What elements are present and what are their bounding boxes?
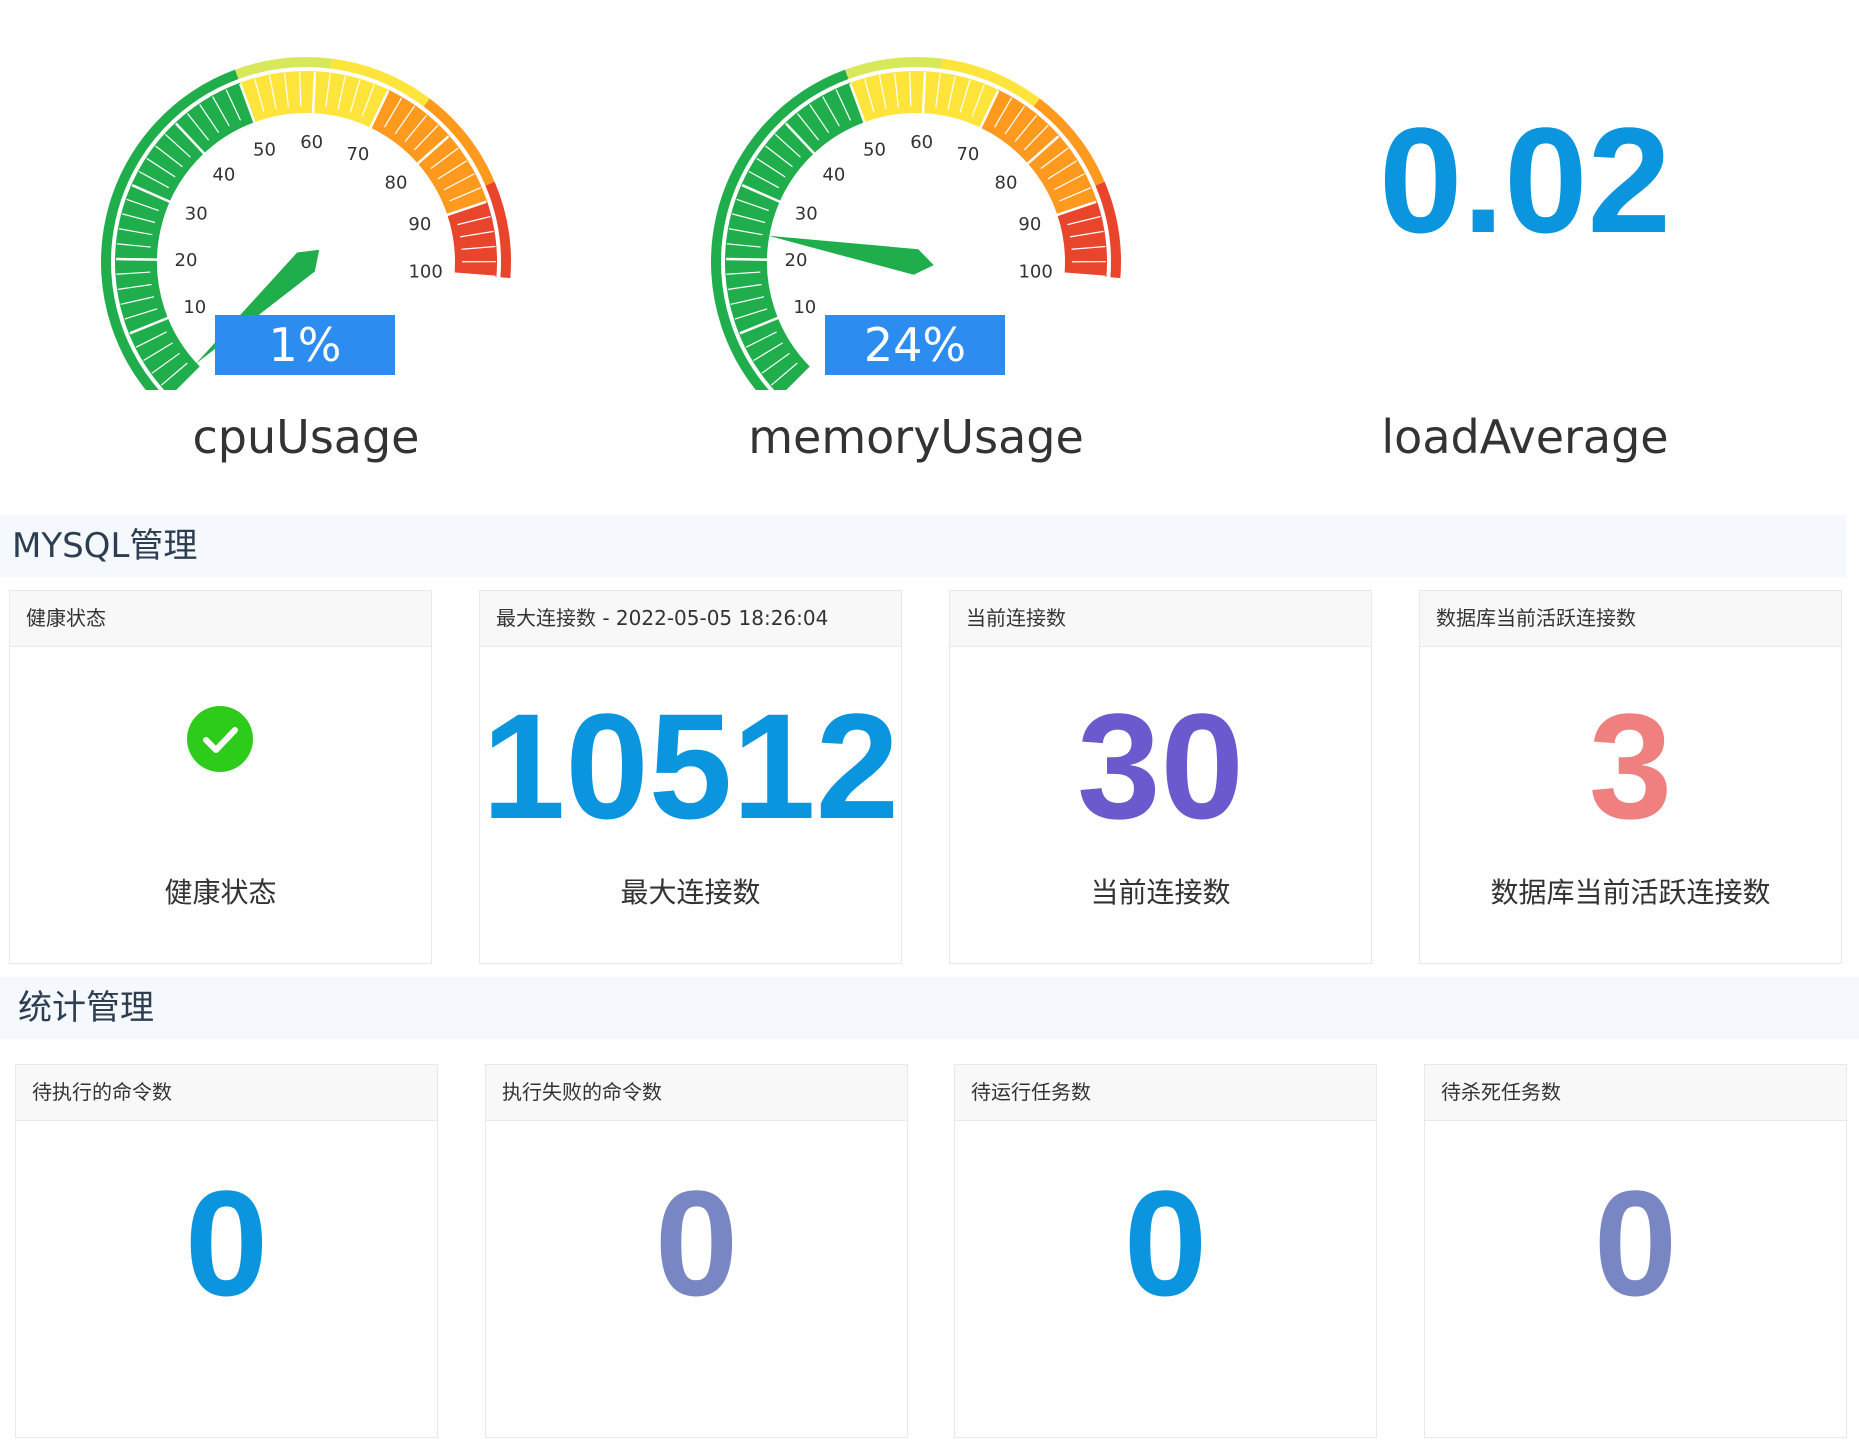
max-connections-card: 最大连接数 - 2022-05-05 18:26:04 10512 最大连接数	[479, 590, 902, 964]
gauge-tick-label: 100	[408, 261, 442, 282]
gauge-tick-label: 60	[300, 132, 323, 153]
card-header: 健康状态	[10, 591, 431, 647]
gauge-tick-label: 20	[785, 250, 808, 271]
tasks-to-kill-card: 待杀死任务数 0	[1424, 1064, 1847, 1438]
card-label: 健康状态	[164, 876, 277, 909]
gauge-tick	[116, 257, 159, 261]
active-connections-card: 数据库当前活跃连接数 3 数据库当前活跃连接数	[1419, 590, 1842, 964]
pending-commands-value: 0	[184, 1159, 269, 1327]
failed-commands-value: 0	[654, 1159, 739, 1327]
gauge-tick-label: 80	[385, 173, 408, 194]
card-label: 当前连接数	[1090, 876, 1231, 909]
card-header: 待运行任务数	[955, 1065, 1376, 1121]
pending-tasks-card: 待运行任务数 0	[954, 1064, 1377, 1438]
gauge-tick-label: 80	[995, 173, 1018, 194]
memory-usage-label: memoryUsage	[748, 410, 1084, 464]
current-connections-value: 30	[1077, 682, 1244, 850]
gauge-tick-label: 40	[212, 165, 235, 186]
gauge-tick-label: 70	[346, 144, 369, 165]
gauge-tick-label: 70	[956, 144, 979, 165]
gauge-tick-label: 10	[793, 297, 816, 318]
gauge-inner-band	[447, 201, 497, 277]
max-connections-value: 10512	[481, 682, 900, 850]
gauge-tick-label: 50	[253, 139, 276, 160]
failed-commands-card: 执行失败的命令数 0	[485, 1064, 908, 1438]
card-header: 数据库当前活跃连接数	[1420, 591, 1841, 647]
gauge-tick-label: 60	[910, 132, 933, 153]
stats-section-header: 统计管理	[0, 977, 1859, 1039]
active-connections-value: 3	[1588, 682, 1673, 850]
mysql-section-header: MYSQL管理	[0, 515, 1846, 577]
current-connections-card: 当前连接数 30 当前连接数	[949, 590, 1372, 964]
gauge-tick-label: 50	[863, 139, 886, 160]
gauge-tick-label: 10	[183, 297, 206, 318]
gauge-tick-label: 30	[795, 203, 818, 224]
gauge-tick-label: 100	[1018, 261, 1052, 282]
card-label: 数据库当前活跃连接数	[1490, 876, 1771, 909]
tasks-to-kill-value: 0	[1593, 1159, 1678, 1327]
card-header: 执行失败的命令数	[486, 1065, 907, 1121]
gauge-tick-label: 40	[822, 165, 845, 186]
pending-commands-card: 待执行的命令数 0	[15, 1064, 438, 1438]
memory-usage-gauge: 0102030405060708090100 24% memoryUsage	[636, 30, 1196, 500]
card-header: 当前连接数	[950, 591, 1371, 647]
card-header: 待执行的命令数	[16, 1065, 437, 1121]
gauge-tick-label: 20	[175, 250, 198, 271]
health-status-card: 健康状态 健康状态	[9, 590, 432, 964]
card-header: 最大连接数 - 2022-05-05 18:26:04	[480, 591, 901, 647]
gauge-tick	[726, 257, 769, 261]
card-label: 最大连接数	[620, 876, 761, 909]
gauge-inner-band	[1057, 201, 1107, 277]
card-header: 待杀死任务数	[1425, 1065, 1846, 1121]
gauge-tick-label: 30	[185, 203, 208, 224]
load-average-value: 0.02	[1379, 96, 1671, 264]
memory-usage-value: 24%	[825, 315, 1005, 375]
cpu-usage-value: 1%	[215, 315, 395, 375]
mysql-section-title: MYSQL管理	[12, 526, 198, 566]
check-circle-icon	[187, 706, 253, 772]
cpu-usage-gauge: 0102030405060708090100 1% cpuUsage	[26, 30, 586, 500]
cpu-usage-label: cpuUsage	[192, 410, 420, 464]
load-average-label: loadAverage	[1381, 410, 1669, 464]
stats-section-title: 统计管理	[18, 988, 154, 1028]
gauge-tick-label: 90	[408, 214, 431, 235]
gauge-tick-label: 90	[1018, 214, 1041, 235]
pending-tasks-value: 0	[1123, 1159, 1208, 1327]
